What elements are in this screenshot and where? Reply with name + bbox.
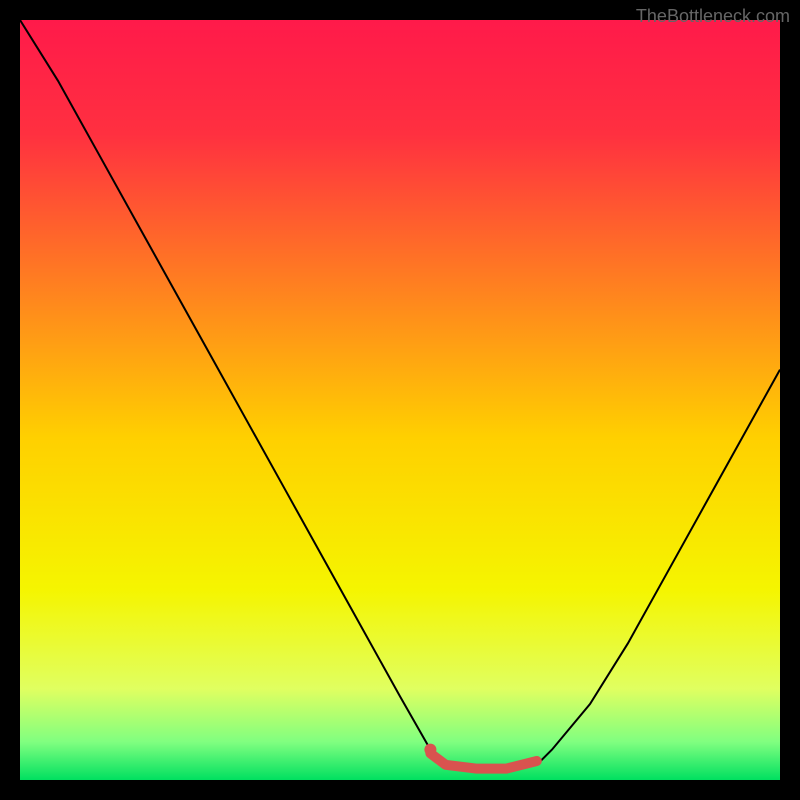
chart-svg	[20, 20, 780, 780]
chart-background	[20, 20, 780, 780]
chart-container	[20, 20, 780, 780]
optimal-dot	[424, 744, 436, 756]
watermark-text: TheBottleneck.com	[636, 6, 790, 27]
